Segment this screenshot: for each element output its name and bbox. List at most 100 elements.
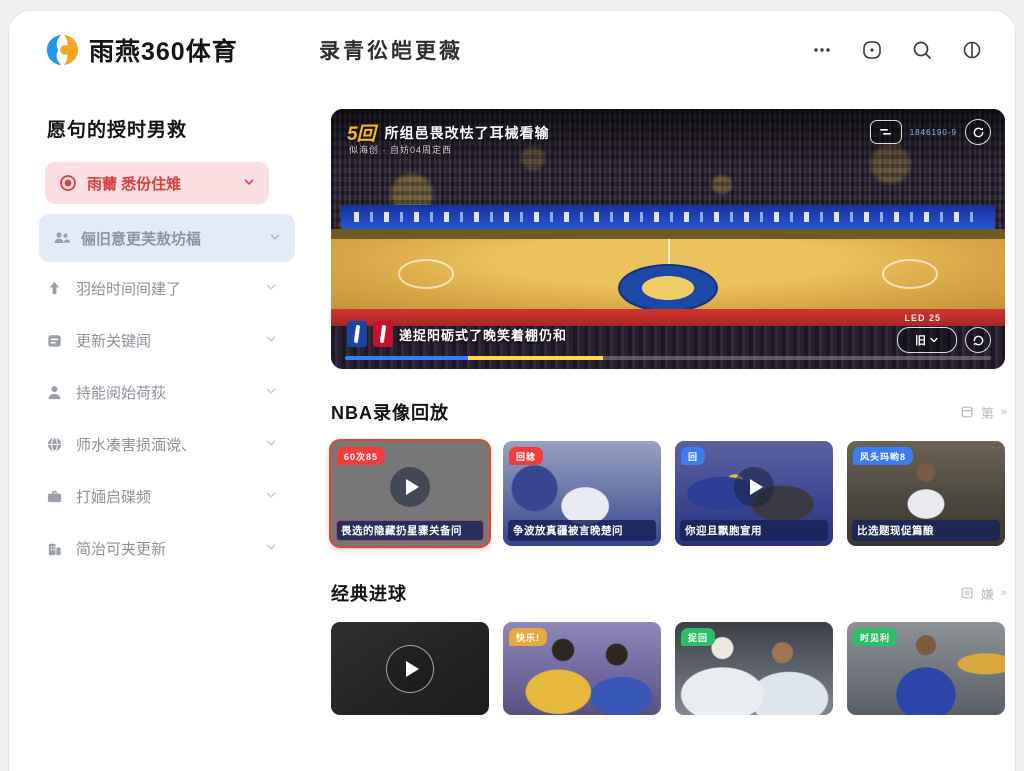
free-throw-circle xyxy=(882,259,938,289)
search-icon[interactable] xyxy=(911,39,933,61)
scan-icon[interactable] xyxy=(861,39,883,61)
brand-name: 雨燕360体育 xyxy=(89,32,238,68)
video-subtitle: 似海创 · 自妨04周定西 xyxy=(349,143,452,156)
nba-replay-cards: 60次85 畏选的隐藏扔星骤关备问 回稔 争波放真疆被言晚楚问 回 你迎且飘胞宣… xyxy=(331,441,1005,546)
play-icon xyxy=(386,645,434,693)
led-banner-text: LED 25 xyxy=(904,313,941,323)
sidebar-item-featured[interactable]: 俪旧意更芙敖坊楅 xyxy=(39,214,295,262)
play-icon xyxy=(390,467,430,507)
goal-card-3[interactable]: 捉回 xyxy=(675,622,833,715)
more-link-nba[interactable]: 第 » xyxy=(960,403,1005,422)
sidebar-item-label: 打媔启碟频 xyxy=(76,486,151,507)
free-throw-circle xyxy=(398,259,454,289)
page-hint-text: 录青彸皑更薇 xyxy=(319,35,463,65)
goal-card-1[interactable] xyxy=(331,622,489,715)
card-badge: 时见利 xyxy=(853,628,897,646)
chevron-down-icon xyxy=(265,384,277,401)
more-link-classic[interactable]: 嫌 » xyxy=(960,584,1005,603)
video-progress-bar[interactable] xyxy=(345,356,991,360)
section-nba-replays-header: NBA录像回放 第 » xyxy=(331,399,1005,425)
player-caption-text: 递捉阳砺式了晚笑着棚仍和 xyxy=(399,325,567,344)
sidebar-item-0[interactable]: 羽绐时间间建了 xyxy=(45,262,277,314)
section-title: NBA录像回放 xyxy=(331,399,449,425)
sidebar-item-4[interactable]: 打媔启碟频 xyxy=(45,470,277,522)
main-content: LED 25 5回 所组邑畏改怯了耳械看输 似海创 · 自妨04周定西 1846… xyxy=(325,109,1005,715)
nba-logo-blue-icon xyxy=(347,321,367,347)
replay-card-3[interactable]: 回 你迎且飘胞宣用 xyxy=(675,441,833,546)
calendar-icon xyxy=(45,331,63,349)
refresh-loop-icon[interactable] xyxy=(965,119,991,145)
quality-selector[interactable]: 旧 xyxy=(897,327,957,353)
chevron-down-icon xyxy=(265,436,277,453)
card-badge: 回 xyxy=(681,447,705,465)
sidebar-item-label: 持能阅始荷荻 xyxy=(76,382,166,403)
brand[interactable]: 雨燕360体育 xyxy=(45,32,319,68)
progress-buffered xyxy=(468,356,604,360)
section-classic-goals-header: 经典进球 嫌 » xyxy=(331,580,1005,606)
card-badge: 回稔 xyxy=(509,447,543,465)
people-icon xyxy=(53,229,71,247)
video-title: 所组邑畏改怯了耳械看输 xyxy=(385,123,550,143)
sidebar-item-label: 师水凑害损湎谠、 xyxy=(76,434,196,455)
player-top-controls: 1846190-9 xyxy=(870,119,991,145)
app-window: 雨燕360体育 录青彸皑更薇 愿句的授时男救 xyxy=(8,10,1016,771)
sidebar-live-label: 雨薾 悉份住雉 xyxy=(87,173,181,194)
sidebar-heading: 愿句的授时男救 xyxy=(47,115,325,142)
chevron-down-icon xyxy=(265,488,277,505)
courtside-led-board xyxy=(341,205,995,228)
goal-card-4[interactable]: 时见利 xyxy=(847,622,1005,715)
sidebar-item-2[interactable]: 持能阅始荷荻 xyxy=(45,366,277,418)
basketball-court xyxy=(331,239,1005,312)
center-court-logo xyxy=(618,264,718,312)
more-arrows: » xyxy=(1001,587,1005,599)
progress-watched xyxy=(345,356,468,360)
more-arrows: » xyxy=(1001,406,1005,418)
sidebar-item-live[interactable]: 雨薾 悉份住雉 xyxy=(45,162,269,204)
arrow-up-icon xyxy=(45,279,63,297)
card-caption: 比选题现促篇酿 xyxy=(852,520,1000,541)
sidebar-item-label: 羽绐时间间建了 xyxy=(76,278,181,299)
sidebar-item-1[interactable]: 更新关键闻 xyxy=(45,314,277,366)
sidebar: 愿句的授时男救 雨薾 悉份住雉 俪旧意更芙敖坊楅 xyxy=(39,109,325,715)
replay-card-1[interactable]: 60次85 畏选的隐藏扔星骤关备问 xyxy=(331,441,489,546)
more-ellipsis-icon[interactable] xyxy=(811,39,833,61)
card-badge: 风头玛哟8 xyxy=(853,447,913,465)
card-badge: 快乐! xyxy=(509,628,547,646)
card-badge: 60次85 xyxy=(337,447,385,465)
theme-contrast-icon[interactable] xyxy=(961,39,983,61)
chevron-down-icon xyxy=(265,332,277,349)
record-icon xyxy=(59,174,77,192)
header: 雨燕360体育 录青彸皑更薇 xyxy=(9,11,1015,81)
section-title: 经典进球 xyxy=(331,580,407,606)
replay-card-4[interactable]: 风头玛哟8 比选题现促篇酿 xyxy=(847,441,1005,546)
card-caption: 争波放真疆被言晚楚问 xyxy=(508,520,656,541)
sidebar-item-3[interactable]: 师水凑害损湎谠、 xyxy=(45,418,277,470)
replay-card-2[interactable]: 回稔 争波放真疆被言晚楚问 xyxy=(503,441,661,546)
sidebar-item-5[interactable]: 简治可夹更新 xyxy=(45,522,277,574)
rotate-icon[interactable] xyxy=(965,327,991,353)
danmaku-icon[interactable] xyxy=(870,120,902,144)
classic-goal-cards: 快乐! 捉回 时见利 xyxy=(331,622,1005,715)
player-caption-bar: 递捉阳砺式了晚笑着棚仍和 xyxy=(347,321,567,347)
chevron-down-icon xyxy=(265,540,277,557)
sidebar-item-label: 简治可夹更新 xyxy=(76,538,166,559)
nba-logo-red-icon xyxy=(373,321,393,347)
play-icon xyxy=(734,467,774,507)
more-label: 嫌 xyxy=(981,584,994,603)
sidebar-featured-label: 俪旧意更芙敖坊楅 xyxy=(81,228,201,249)
chevron-down-icon xyxy=(243,175,255,192)
player-bottom-controls: 旧 xyxy=(897,327,991,353)
chevron-down-icon xyxy=(265,280,277,297)
video-player[interactable]: LED 25 5回 所组邑畏改怯了耳械看输 似海创 · 自妨04周定西 1846… xyxy=(331,109,1005,369)
swallow-logo-icon xyxy=(45,33,79,67)
card-caption: 你迎且飘胞宣用 xyxy=(680,520,828,541)
sidebar-item-label: 更新关键闻 xyxy=(76,330,151,351)
card-caption: 畏选的隐藏扔星骤关备问 xyxy=(336,520,484,541)
person-icon xyxy=(45,383,63,401)
player-title-bar: 5回 所组邑畏改怯了耳械看输 xyxy=(347,119,550,146)
quality-label: 旧 xyxy=(915,332,926,348)
goal-card-2[interactable]: 快乐! xyxy=(503,622,661,715)
chevron-down-icon xyxy=(269,230,281,247)
building-icon xyxy=(45,539,63,557)
court-apron xyxy=(331,229,1005,239)
